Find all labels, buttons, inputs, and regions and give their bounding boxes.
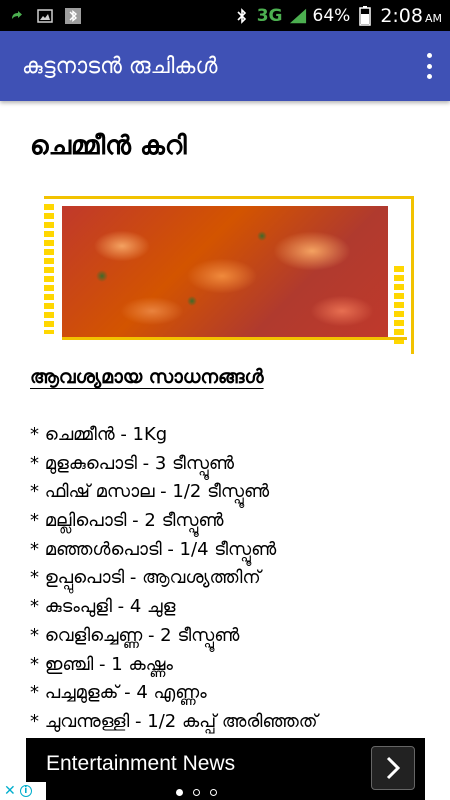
ad-pager-dots bbox=[176, 789, 217, 796]
ad-choices[interactable]: ✕ i bbox=[0, 782, 46, 800]
recipe-content[interactable]: ചെമ്മീൻ കറി ആവശ്യമായ സാധനങ്ങൾ * ചെമ്മീൻ … bbox=[0, 101, 450, 738]
ingredient-item: * വെളിച്ചെണ്ണ - 2 ടീസ്പൂൺ bbox=[30, 624, 240, 646]
ingredient-item: * മല്ലിപൊടി - 2 ടീസ്പൂൺ bbox=[30, 510, 224, 532]
battery-icon bbox=[356, 5, 374, 26]
bluetooth-icon bbox=[233, 7, 251, 25]
ad-pager-dot bbox=[193, 789, 200, 796]
ingredient-item: * ചെമ്മീൻ - 1Kg bbox=[30, 424, 168, 445]
ingredient-item: * പച്ചമുളക് - 4 എണ്ണം bbox=[30, 682, 207, 704]
chevron-right-icon bbox=[386, 756, 401, 780]
recipe-title: ചെമ്മീൻ കറി bbox=[30, 131, 187, 161]
image-frame-strip-left bbox=[44, 204, 54, 334]
ingredient-item: * മഞ്ഞൾപൊടി - 1/4 ടീസ്പൂൺ bbox=[30, 538, 277, 560]
ingredient-item: * മുളകുപൊടി - 3 ടീസ്പൂൺ bbox=[30, 452, 235, 474]
bluetooth-notification-icon bbox=[64, 7, 82, 25]
clock: 2:08 AM bbox=[380, 5, 442, 27]
ingredient-item: * കുടംപുളി - 4 ചുള bbox=[30, 596, 176, 618]
ad-info-icon[interactable]: i bbox=[19, 785, 32, 797]
recipe-image bbox=[44, 196, 414, 354]
app-title: കുട്ടനാടൻ രുചികൾ bbox=[22, 53, 218, 79]
ingredient-item: * ചുവന്നുള്ളി - 1/2 കപ്പ് അരിഞ്ഞത് bbox=[30, 710, 318, 732]
call-forward-icon bbox=[8, 7, 26, 25]
clock-time: 2:08 bbox=[380, 4, 423, 27]
network-type: 3G bbox=[256, 5, 283, 26]
ad-headline[interactable]: Entertainment News bbox=[46, 752, 235, 776]
ad-pager-dot bbox=[176, 789, 183, 796]
image-icon bbox=[36, 7, 54, 25]
system-indicators: 3G 64% 2:08 AM bbox=[233, 5, 442, 27]
battery-percent: 64% bbox=[312, 5, 351, 26]
image-frame-strip-right bbox=[394, 266, 404, 344]
ingredients-heading: ആവശ്യമായ സാധനങ്ങൾ bbox=[30, 366, 264, 388]
ingredients-list: * ചെമ്മീൻ - 1Kg * മുളകുപൊടി - 3 ടീസ്പൂൺ … bbox=[30, 421, 318, 737]
prawn-curry-photo bbox=[62, 206, 388, 338]
ingredient-item: * ഉപ്പുപൊടി - ആവശ്യത്തിന് bbox=[30, 567, 261, 589]
clock-ampm: AM bbox=[424, 11, 442, 25]
ad-close-icon[interactable]: ✕ bbox=[4, 783, 16, 799]
ad-banner[interactable]: Entertainment News bbox=[26, 738, 425, 800]
ingredient-item: * ഫിഷ് മസാല - 1/2 ടീസ്പൂൺ bbox=[30, 481, 270, 503]
app-bar: കുട്ടനാടൻ രുചികൾ bbox=[0, 31, 450, 101]
notification-icons bbox=[8, 7, 82, 25]
ad-pager-dot bbox=[210, 789, 217, 796]
status-bar: 3G 64% 2:08 AM bbox=[0, 0, 450, 31]
overflow-menu-icon[interactable] bbox=[424, 53, 434, 79]
ingredient-item: * ഇഞ്ചി - 1 കഷ്ണം bbox=[30, 653, 173, 675]
signal-icon bbox=[289, 7, 307, 25]
image-frame-bottom bbox=[62, 337, 407, 340]
ad-open-button[interactable] bbox=[371, 746, 415, 790]
